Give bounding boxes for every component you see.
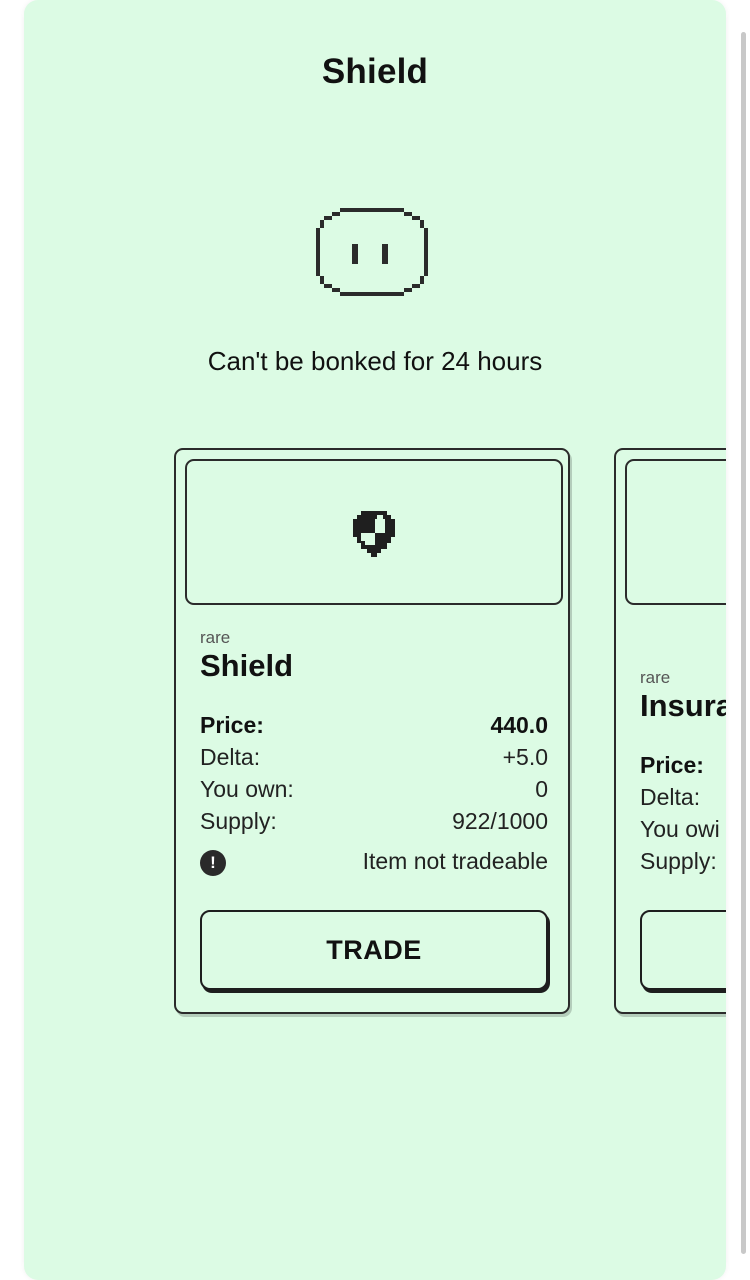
owned-row: You owi <box>640 816 726 843</box>
trade-button[interactable]: TRADE <box>200 910 548 990</box>
exclamation-icon: ! <box>200 850 226 876</box>
scrollbar[interactable] <box>741 32 746 1254</box>
page-title: Shield <box>321 52 429 91</box>
tradeable-notice: ! Item not tradeable <box>200 848 548 878</box>
item-rarity: rare <box>200 628 231 647</box>
pixel-face-icon <box>316 208 428 296</box>
item-image-frame <box>625 459 726 605</box>
owned-label: You own: <box>200 776 294 802</box>
price-row: Price: 440.0 <box>200 712 548 739</box>
owned-label: You owi <box>640 816 720 842</box>
delta-label: Delta: <box>640 784 701 810</box>
supply-row: Supply: 922/1000 <box>200 808 548 835</box>
price-row: Price: <box>640 752 726 779</box>
item-detail-sheet: Shield Can't be bonked for 24 hours rare… <box>24 0 726 1280</box>
price-label: Price: <box>200 712 264 738</box>
item-image-frame <box>185 459 563 605</box>
delta-label: Delta: <box>200 744 261 770</box>
item-description: Can't be bonked for 24 hours <box>207 346 543 376</box>
trade-button[interactable] <box>640 910 726 990</box>
supply-value: 922/1000 <box>452 808 548 834</box>
item-card-next[interactable]: rare Insura Price: Delta: You owi Supply… <box>614 448 726 1014</box>
delta-row: Delta: <box>640 784 726 811</box>
item-card: rare Shield Price: 440.0 Delta: +5.0 You… <box>174 448 570 1014</box>
notice-text: Item not tradeable <box>362 848 548 874</box>
item-name: Shield <box>200 648 294 683</box>
delta-value: +5.0 <box>502 744 548 770</box>
supply-label: Supply: <box>200 808 277 834</box>
price-label: Price: <box>640 752 704 778</box>
owned-value: 0 <box>535 776 548 802</box>
delta-row: Delta: +5.0 <box>200 744 548 771</box>
supply-label: Supply: <box>640 848 717 874</box>
item-rarity: rare <box>640 668 671 687</box>
item-name: Insura <box>640 688 726 723</box>
pixel-shield-icon <box>353 511 395 557</box>
supply-row: Supply: <box>640 848 726 875</box>
price-value: 440.0 <box>490 712 548 738</box>
owned-row: You own: 0 <box>200 776 548 803</box>
